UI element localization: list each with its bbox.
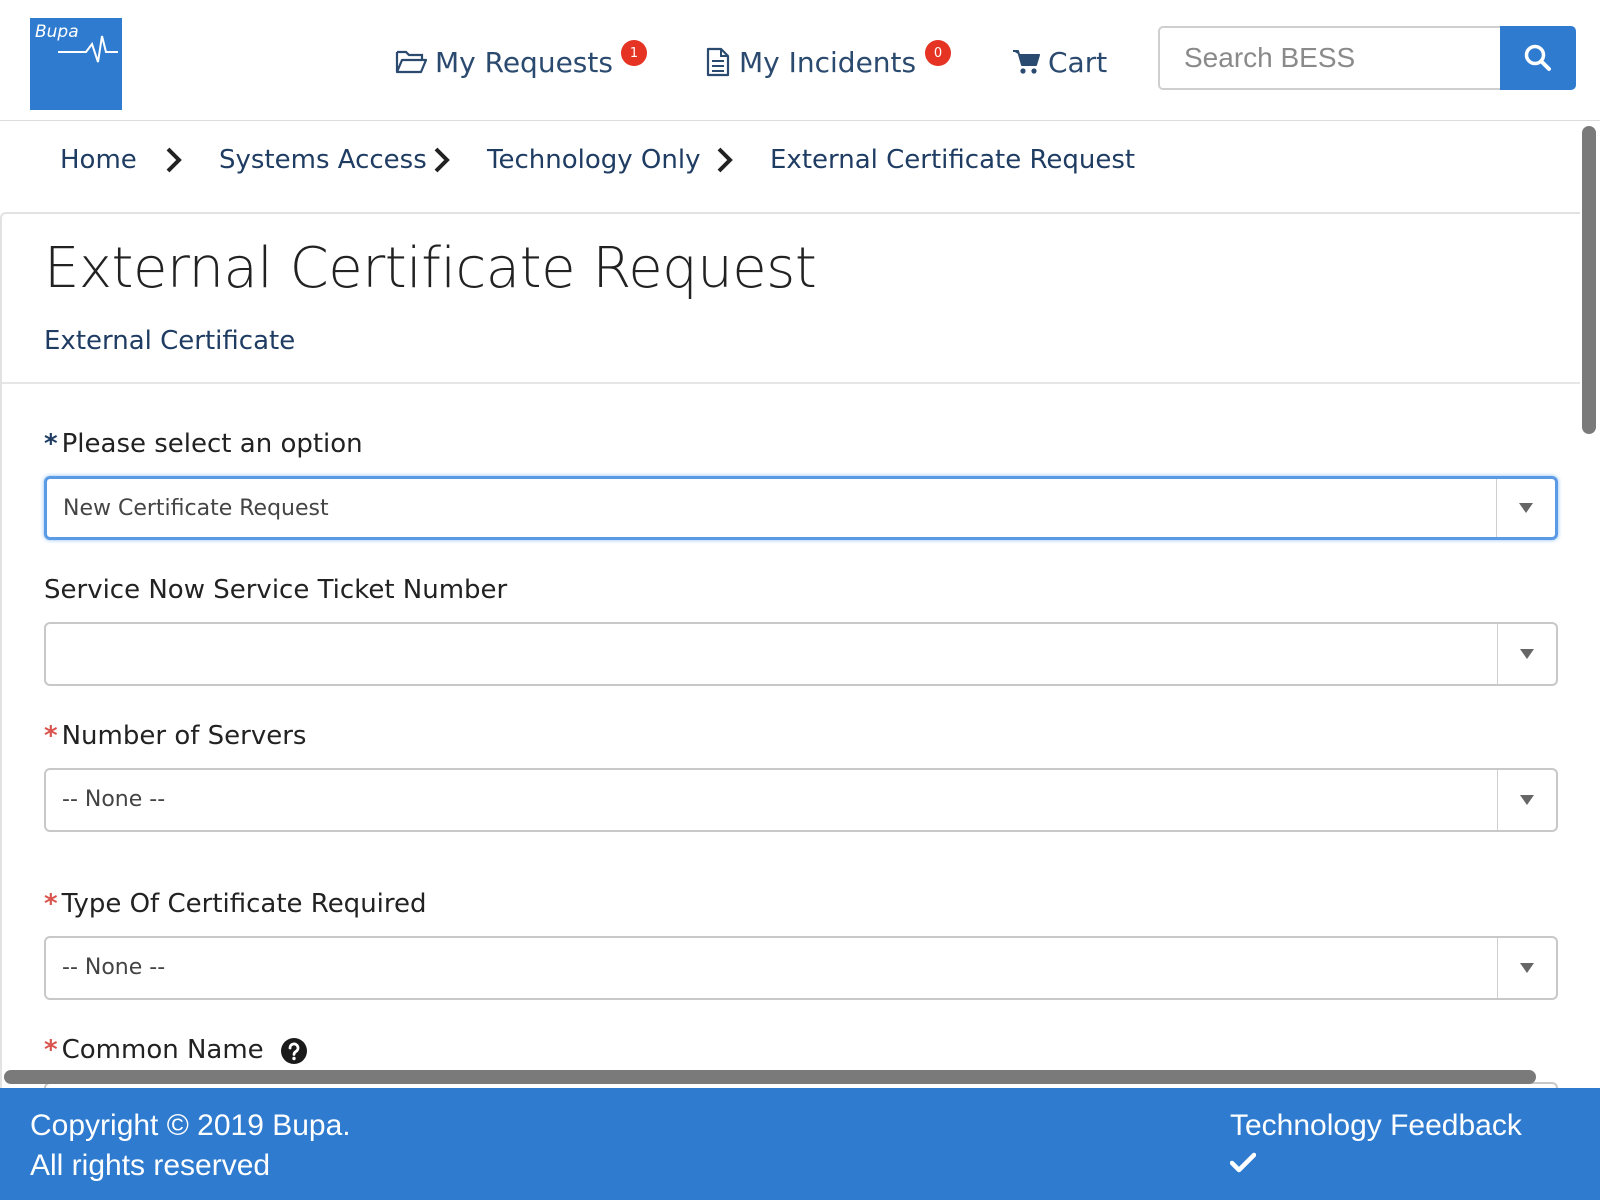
horizontal-scrollbar[interactable] [4, 1070, 1536, 1084]
certificate-type-label-text: Type Of Certificate Required [61, 889, 427, 919]
chevron-right-icon [717, 147, 733, 173]
breadcrumb-current-page[interactable]: External Certificate Request [770, 140, 1135, 180]
common-name-label: * Common Name [44, 1032, 308, 1068]
breadcrumb-technology-only[interactable]: Technology Only [487, 140, 700, 180]
nav-cart[interactable]: Cart [1012, 40, 1122, 84]
chevron-right-icon [166, 147, 182, 173]
option-select-label-text: Please select an option [61, 429, 363, 459]
dropdown-arrow-icon[interactable] [1497, 624, 1556, 684]
required-marker: * [44, 889, 58, 919]
technology-feedback-link[interactable]: Technology Feedback [1230, 1106, 1522, 1146]
number-of-servers-label: * Number of Servers [44, 718, 306, 754]
required-marker: * [44, 721, 58, 751]
search-input[interactable] [1158, 26, 1500, 90]
nav-my-incidents[interactable]: My Incidents 0 [705, 40, 955, 84]
breadcrumb-systems-access[interactable]: Systems Access [219, 140, 427, 180]
check-icon[interactable] [1230, 1152, 1256, 1174]
number-of-servers-value: -- None -- [62, 787, 166, 812]
document-icon [706, 47, 730, 77]
dropdown-arrow-icon[interactable] [1497, 938, 1556, 998]
ticket-number-select[interactable] [44, 622, 1558, 686]
page-title: External Certificate Request [44, 236, 817, 301]
copyright-line-1: Copyright © 2019 Bupa. [30, 1109, 351, 1142]
option-select-value: New Certificate Request [63, 496, 329, 521]
nav-my-requests[interactable]: My Requests 1 [395, 40, 647, 84]
breadcrumb: Home Systems Access Technology Only Exte… [0, 120, 1580, 212]
breadcrumb-home[interactable]: Home [60, 140, 137, 180]
number-of-servers-label-text: Number of Servers [61, 721, 307, 751]
page-subtitle: External Certificate [44, 326, 296, 356]
number-of-servers-select[interactable]: -- None -- [44, 768, 1558, 832]
nav-my-requests-label: My Requests [435, 45, 613, 79]
certificate-type-value: -- None -- [62, 955, 166, 980]
dropdown-arrow-icon[interactable] [1497, 770, 1556, 830]
search-button[interactable] [1500, 26, 1576, 90]
heartbeat-icon [58, 35, 118, 63]
dropdown-arrow-icon[interactable] [1496, 479, 1555, 537]
footer: Copyright © 2019 Bupa. All rights reserv… [0, 1088, 1600, 1200]
top-header: Bupa My Requests 1 My Incidents 0 Cart [0, 0, 1600, 121]
cart-icon [1013, 50, 1040, 74]
copyright-text: Copyright © 2019 Bupa. All rights reserv… [30, 1106, 351, 1186]
requests-count-badge: 1 [621, 40, 647, 66]
option-select-label: * Please select an option [44, 426, 363, 462]
nav-my-incidents-label: My Incidents [739, 45, 917, 79]
copyright-line-2: All rights reserved [30, 1149, 271, 1182]
incidents-count-badge: 0 [925, 40, 951, 66]
nav-cart-label: Cart [1048, 45, 1108, 79]
chevron-right-icon [434, 147, 450, 173]
required-marker: * [44, 429, 58, 459]
ticket-number-label: Service Now Service Ticket Number [44, 575, 508, 605]
question-circle-icon[interactable] [280, 1037, 308, 1065]
divider [2, 382, 1580, 384]
option-select[interactable]: New Certificate Request [44, 476, 1558, 540]
request-form-panel: External Certificate Request External Ce… [0, 212, 1580, 1092]
folder-open-icon [395, 50, 427, 74]
certificate-type-select[interactable]: -- None -- [44, 936, 1558, 1000]
search-icon [1524, 44, 1551, 71]
bupa-logo[interactable]: Bupa [30, 18, 122, 110]
common-name-label-text: Common Name [61, 1035, 264, 1065]
vertical-scrollbar[interactable] [1582, 126, 1596, 434]
certificate-type-label: * Type Of Certificate Required [44, 886, 427, 922]
required-marker: * [44, 1035, 58, 1065]
